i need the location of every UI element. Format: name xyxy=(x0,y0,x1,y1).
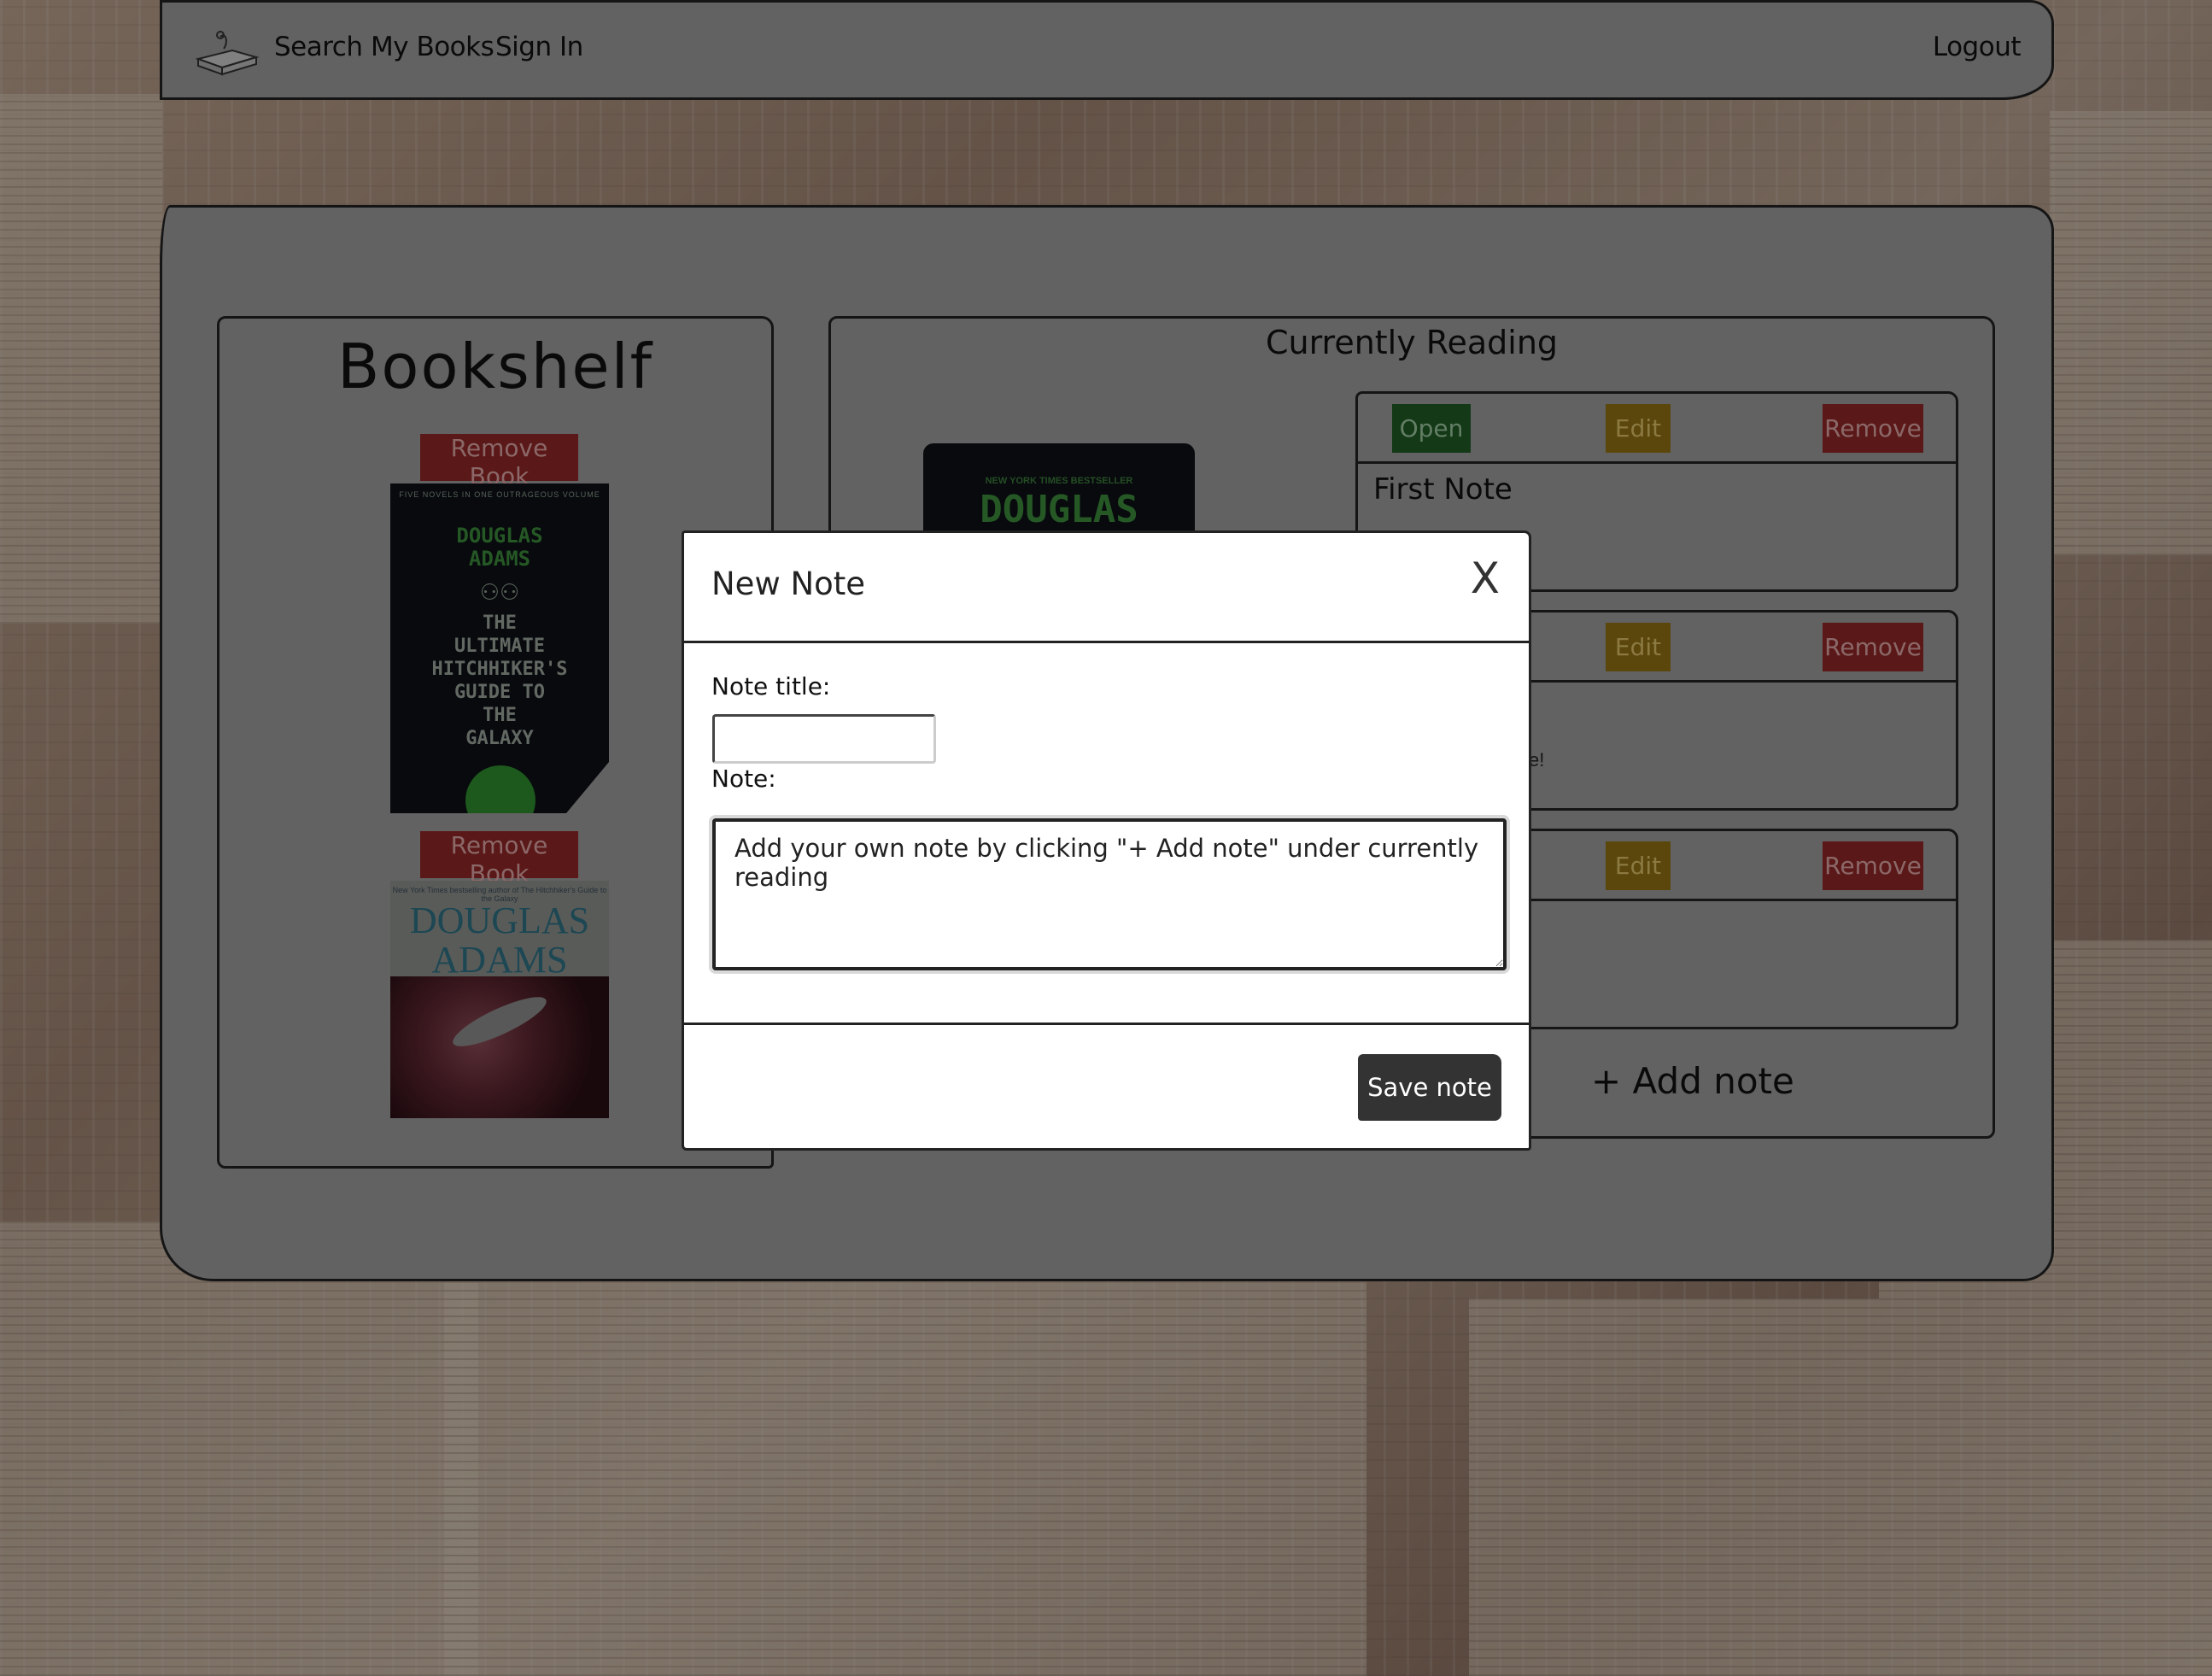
note-label: Note: xyxy=(711,765,776,793)
modal-footer-divider xyxy=(684,1023,1529,1025)
new-note-modal: New Note X Note title: Note: Add your ow… xyxy=(682,530,1531,1151)
close-icon[interactable]: X xyxy=(1471,554,1500,603)
modal-title: New Note xyxy=(711,566,866,602)
note-title-input[interactable] xyxy=(712,714,936,764)
modal-header: New Note X xyxy=(684,533,1529,643)
note-textarea[interactable]: Add your own note by clicking "+ Add not… xyxy=(712,818,1507,970)
save-note-button[interactable]: Save note xyxy=(1358,1054,1501,1121)
note-title-label: Note title: xyxy=(711,672,831,700)
